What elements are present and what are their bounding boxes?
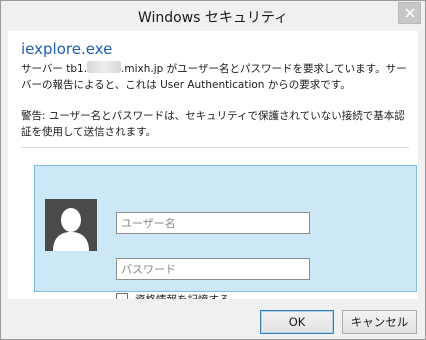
divider [21, 147, 409, 148]
security-dialog: Windows セキュリティ iexplore.exe サーバー tb1. .mi… [0, 0, 426, 340]
request-message-prefix: サーバー tb1. [21, 63, 88, 75]
app-name: iexplore.exe [21, 40, 113, 58]
close-button[interactable] [398, 2, 421, 24]
cancel-button[interactable]: キャンセル [342, 310, 417, 334]
username-input[interactable] [116, 212, 310, 234]
user-avatar-icon [45, 199, 97, 251]
ok-button[interactable]: OK [260, 310, 334, 334]
password-input[interactable] [116, 258, 310, 280]
credential-tile[interactable]: 資格情報を記憶する [34, 165, 417, 306]
title-bar[interactable]: Windows セキュリティ [1, 1, 425, 31]
dialog-body: iexplore.exe サーバー tb1. .mixh.jp がユーザー名とパス… [8, 31, 418, 306]
window-title: Windows セキュリティ [137, 10, 289, 26]
close-icon [404, 8, 415, 18]
button-bar: OK キャンセル [1, 299, 425, 339]
request-message: サーバー tb1. .mixh.jp がユーザー名とパスワードを要求しています。サ… [21, 61, 411, 93]
warning-message: 警告: ユーザー名とパスワードは、セキュリティで保護されていない接続で基本認証を… [21, 110, 405, 138]
redacted-text [87, 61, 122, 73]
